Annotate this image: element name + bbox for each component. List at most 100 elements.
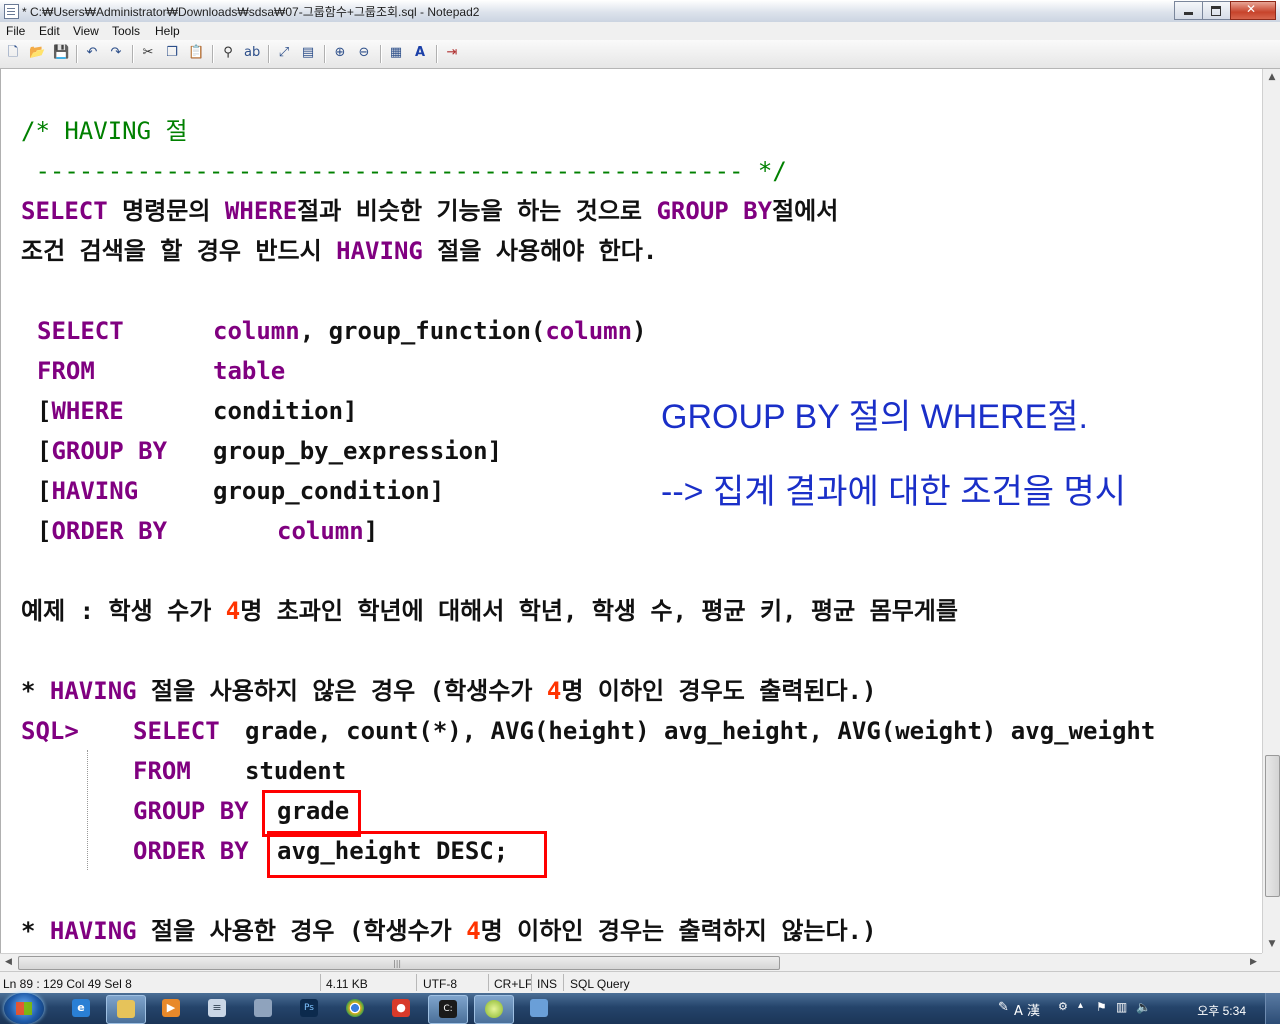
- zoom-in-icon[interactable]: ⊕: [332, 45, 348, 61]
- text-segment: ): [632, 317, 647, 345]
- menu-edit[interactable]: Edit: [39, 24, 60, 38]
- ime-mode[interactable]: A 漢: [1014, 1000, 1040, 1019]
- cut-icon[interactable]: ✂: [140, 45, 156, 61]
- window-title: * C:₩Users₩Administrator₩Downloads₩sdsa₩…: [22, 5, 480, 19]
- annotation-text: GROUP BY 절의 WHERE절.: [661, 398, 1088, 436]
- redo-icon[interactable]: ↷: [108, 45, 124, 61]
- text-line: * HAVING 절을 사용한 경우 (학생수가 4명 이하인 경우는 출력하지…: [21, 911, 876, 951]
- taskbar-media[interactable]: ▶: [152, 995, 190, 1022]
- taskbar-photoshop[interactable]: Ps: [290, 995, 328, 1022]
- new-file-icon[interactable]: 🗋: [5, 45, 21, 61]
- text-segment: *: [21, 917, 50, 945]
- folder-icon: [117, 1000, 135, 1018]
- taskbar-app[interactable]: [244, 995, 282, 1022]
- title-bar: * C:₩Users₩Administrator₩Downloads₩sdsa₩…: [0, 0, 1280, 23]
- network-icon[interactable]: ▥: [1116, 1000, 1127, 1014]
- goto-icon[interactable]: ⤢: [276, 45, 292, 61]
- scroll-left-arrow-icon[interactable]: ◀: [0, 954, 17, 971]
- editor-text-area[interactable]: /* HAVING 절 ----------------------------…: [0, 69, 1263, 953]
- horizontal-scrollbar[interactable]: ◀ ||| ▶: [0, 953, 1262, 971]
- windows-taskbar: e ▶ ≡ Ps ● C: ✎ A 漢 ⚙ ▴ ⚑ ▥ 🔈 오후 5:34: [0, 993, 1280, 1024]
- book-icon: [530, 999, 548, 1017]
- text-segment: 명 초과인 학년에 대해서 학년, 학생 수, 평균 키, 평균 몸무게를: [240, 597, 958, 625]
- text-line: SELECT 명령문의 WHERE절과 비슷한 기능을 하는 것으로 GROUP…: [21, 191, 838, 231]
- replace-icon[interactable]: ab: [244, 45, 260, 61]
- action-center-icon[interactable]: ⚑: [1096, 1000, 1107, 1014]
- status-separator: [488, 974, 489, 991]
- notepad2-icon: [485, 1000, 503, 1018]
- scroll-grip-icon: |||: [393, 959, 402, 968]
- notepad-app-icon[interactable]: [4, 4, 19, 19]
- sql-keyword: HAVING: [51, 477, 139, 505]
- ime-icon[interactable]: ✎: [998, 1000, 1009, 1015]
- scroll-corner: [1262, 953, 1280, 971]
- taskbar-red-app[interactable]: ●: [382, 995, 420, 1022]
- sql-keyword: FROM: [37, 357, 95, 385]
- menu-view[interactable]: View: [73, 24, 99, 38]
- close-button[interactable]: [1230, 1, 1276, 20]
- highlight-box-order: [267, 831, 547, 878]
- taskbar-cmd[interactable]: C:: [428, 995, 468, 1024]
- sql-keyword: SELECT: [133, 717, 220, 745]
- text-segment: 예제 : 학생 수가: [21, 597, 226, 625]
- sql-keyword: SELECT: [37, 317, 124, 345]
- taskbar-book[interactable]: [520, 995, 558, 1022]
- start-button[interactable]: [4, 993, 44, 1024]
- toolbar: 🗋 📂 💾 ↶ ↷ ✂ ❐ 📋 ⚲ ab ⤢ ▤ ⊕ ⊖ ▦ A ⇥: [0, 40, 1280, 69]
- vertical-scroll-thumb[interactable]: [1265, 755, 1280, 897]
- font-icon[interactable]: A: [412, 45, 428, 61]
- scheme-icon[interactable]: ▦: [388, 45, 404, 61]
- document-icon: ≡: [208, 999, 226, 1017]
- find-icon[interactable]: ⚲: [220, 45, 236, 61]
- taskbar-notepad2[interactable]: [474, 995, 514, 1024]
- volume-icon[interactable]: 🔈: [1136, 1000, 1151, 1014]
- scroll-right-arrow-icon[interactable]: ▶: [1245, 954, 1262, 971]
- clock[interactable]: 오후 5:34: [1197, 1002, 1246, 1019]
- text-segment: [: [37, 397, 52, 425]
- sql-keyword: ORDER BY: [51, 517, 168, 545]
- window-controls: [1174, 1, 1276, 20]
- copy-icon[interactable]: ❐: [164, 45, 180, 61]
- zoom-out-icon[interactable]: ⊖: [356, 45, 372, 61]
- undo-icon[interactable]: ↶: [84, 45, 100, 61]
- scroll-up-arrow-icon[interactable]: ▲: [1263, 69, 1280, 86]
- text-line: 예제 : 학생 수가 4명 초과인 학년에 대해서 학년, 학생 수, 평균 키…: [21, 591, 958, 631]
- paste-icon[interactable]: 📋: [188, 45, 204, 61]
- text-segment: 명령문의: [107, 197, 225, 225]
- number-literal: 4: [546, 677, 562, 705]
- text-segment: , group_function(: [299, 317, 546, 345]
- exit-icon[interactable]: ⇥: [444, 45, 460, 61]
- encoding-indicator[interactable]: UTF-8: [423, 977, 457, 991]
- cursor-position: Ln 89 : 129 Col 49 Sel 8: [3, 977, 132, 991]
- syntax-scheme-indicator[interactable]: SQL Query: [570, 977, 630, 991]
- taskbar-explorer[interactable]: [106, 995, 146, 1024]
- taskbar-ie[interactable]: e: [62, 995, 100, 1022]
- menu-file[interactable]: File: [6, 24, 25, 38]
- sql-keyword: column: [277, 517, 364, 545]
- annotation-text: --> 집계 결과에 대한 조건을 명시: [661, 473, 1127, 511]
- vertical-scrollbar[interactable]: ▲ ▼: [1262, 69, 1280, 953]
- taskbar-chrome[interactable]: [336, 995, 374, 1022]
- save-icon[interactable]: 💾: [53, 45, 69, 61]
- menu-help[interactable]: Help: [155, 24, 180, 38]
- toolbar-separator: [132, 45, 133, 63]
- maximize-button[interactable]: [1202, 1, 1231, 20]
- minimize-button[interactable]: [1174, 1, 1203, 20]
- show-desktop-button[interactable]: [1265, 993, 1280, 1024]
- ime-options-icon[interactable]: ⚙: [1058, 1000, 1068, 1013]
- scroll-down-arrow-icon[interactable]: ▼: [1263, 936, 1280, 953]
- taskbar-notepad-app[interactable]: ≡: [198, 995, 236, 1022]
- text-segment: 절과 비슷한 기능을 하는 것으로: [297, 197, 657, 225]
- toolbar-separator: [268, 45, 269, 63]
- open-file-icon[interactable]: 📂: [29, 45, 45, 61]
- insert-mode-indicator[interactable]: INS: [537, 977, 557, 991]
- sql-keyword: HAVING: [336, 237, 423, 265]
- toolbar-separator: [436, 45, 437, 63]
- text-segment: 절을 사용한 경우 (학생수가: [136, 917, 467, 945]
- text-line: * HAVING 절을 사용하지 않은 경우 (학생수가 4명 이하인 경우도 …: [21, 671, 876, 711]
- line-ending-indicator[interactable]: CR+LF: [494, 977, 532, 991]
- tray-expand-icon[interactable]: ▴: [1078, 1000, 1083, 1011]
- menu-tools[interactable]: Tools: [112, 24, 140, 38]
- toggle-view-icon[interactable]: ▤: [300, 45, 316, 61]
- sql-keyword: WHERE: [51, 397, 124, 425]
